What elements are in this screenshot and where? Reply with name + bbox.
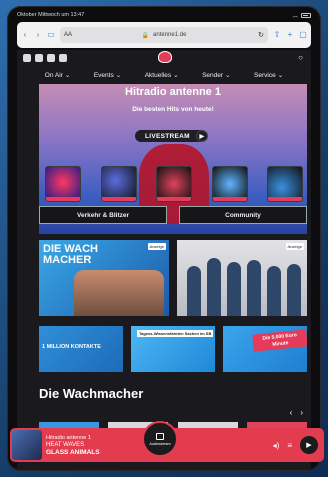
wachmacher-card[interactable]: DIE WACH MACHER Anzeige xyxy=(39,240,169,316)
song-title: HEAT WAVES xyxy=(46,441,85,448)
player-controls: ◂) ≡ ▶ xyxy=(273,436,318,454)
whatsapp-icon[interactable] xyxy=(23,54,31,62)
promo-cards: 1 MILLION KONTAKTE Tagess-Wissensfahrten… xyxy=(39,326,307,372)
community-button[interactable]: Community xyxy=(179,206,307,224)
audio-player: Hitradio antenne 1 HEAT WAVES GLASS ANIM… xyxy=(10,421,324,462)
search-icon[interactable]: ○ xyxy=(298,53,303,62)
channel-thumb[interactable] xyxy=(100,166,137,202)
nav-events[interactable]: Events ⌄ xyxy=(94,71,122,80)
hero-subtitle: Die besten Hits von heute! xyxy=(132,106,214,113)
channel-thumb[interactable] xyxy=(45,166,81,202)
main-navigation: On Air ⌄ Events ⌄ Aktuelles ⌄ Sender ⌄ Servi… xyxy=(17,68,311,82)
nav-service[interactable]: Service ⌄ xyxy=(254,71,284,80)
artist-name: GLASS ANIMALS xyxy=(46,448,100,456)
reload-icon[interactable]: ↻ xyxy=(258,31,264,39)
status-bar: Oktober Mittwoch um 13:47 ︵ xyxy=(17,10,311,20)
promo-card[interactable]: Die 5.000 Euro Minute xyxy=(223,326,307,372)
status-time: Oktober Mittwoch um 13:47 xyxy=(17,12,85,18)
nav-on-air[interactable]: On Air ⌄ xyxy=(45,71,71,80)
anzeige-badge: Anzeige xyxy=(147,243,166,250)
promo-card[interactable]: Tagess-Wissensfahrten Sachen im SB xyxy=(131,326,215,372)
nav-aktuelles[interactable]: Aktuelles ⌄ xyxy=(145,71,179,80)
station-name: Hitradio antenne 1 xyxy=(46,434,91,441)
tablet-frame: Oktober Mittwoch um 13:47 ︵ ‹ › ▭ AA 🔒 a… xyxy=(7,6,321,471)
nav-sender[interactable]: Sender ⌄ xyxy=(202,71,231,80)
reader-aa[interactable]: AA xyxy=(64,32,72,38)
browser-toolbar: ‹ › ▭ AA 🔒 antenne1.de ↻ ⇧ + ▢ xyxy=(17,22,311,48)
wifi-icon: ︵ xyxy=(292,13,298,19)
book-icon[interactable]: ▭ xyxy=(47,31,55,39)
lock-icon: 🔒 xyxy=(141,32,150,39)
back-icon[interactable]: ‹ xyxy=(21,31,29,39)
promo-text: Die 5.000 Euro Minute xyxy=(252,329,307,352)
livestream-button[interactable]: LIVESTREAM ▶ xyxy=(135,130,208,142)
forward-icon[interactable]: › xyxy=(34,31,42,39)
channel-thumb[interactable] xyxy=(156,166,192,202)
chevron-down-icon: ⌄ xyxy=(64,72,71,79)
channel-thumbnails xyxy=(39,166,309,202)
social-icons xyxy=(23,54,67,62)
traffic-button[interactable]: Verkehr & Blitzer xyxy=(39,206,167,224)
instagram-icon[interactable] xyxy=(35,54,43,62)
facebook-icon[interactable] xyxy=(47,54,55,62)
hero-title: Hitradio antenne 1 xyxy=(125,86,221,98)
tabs-icon[interactable]: ▢ xyxy=(299,31,307,39)
volume-icon[interactable]: ◂) xyxy=(273,441,280,450)
url-text: antenne1.de xyxy=(153,32,187,38)
new-tab-icon[interactable]: + xyxy=(286,31,294,39)
antenne1-logo[interactable] xyxy=(158,51,172,63)
channel-thumb[interactable] xyxy=(267,166,303,202)
section-title: Die Wachmacher xyxy=(39,386,144,401)
battery-icon xyxy=(301,12,311,18)
chevron-down-icon: ⌄ xyxy=(173,72,179,79)
chevron-right-icon[interactable]: › xyxy=(300,408,303,417)
play-icon: ▶ xyxy=(195,130,208,142)
share-icon[interactable]: ⇧ xyxy=(273,31,281,39)
promo-text: Tagess-Wissensfahrten Sachen im SB xyxy=(137,330,214,337)
chevron-down-icon: ⌄ xyxy=(115,72,122,79)
playlist-icon[interactable]: ≡ xyxy=(287,441,292,450)
promo-text: 1 MILLION KONTAKTE xyxy=(42,344,101,350)
card-image xyxy=(74,270,164,316)
stream-icon xyxy=(156,432,164,440)
carousel-arrows: ‹ › xyxy=(290,408,303,417)
quick-buttons: Verkehr & Blitzer Community xyxy=(39,206,307,224)
chevron-left-icon[interactable]: ‹ xyxy=(290,408,293,417)
team-card[interactable]: Anzeige xyxy=(177,240,307,316)
channel-thumb[interactable] xyxy=(211,166,248,202)
address-bar[interactable]: AA 🔒 antenne1.de ↻ xyxy=(60,27,268,43)
track-info: Hitradio antenne 1 HEAT WAVES GLASS ANIM… xyxy=(46,435,156,456)
website: ○ On Air ⌄ Events ⌄ Aktuelles ⌄ Sender ⌄ Ser… xyxy=(17,50,311,470)
promo-card[interactable]: 1 MILLION KONTAKTE xyxy=(39,326,123,372)
play-button[interactable]: ▶ xyxy=(300,436,318,454)
album-cover xyxy=(12,430,42,460)
status-icons: ︵ xyxy=(292,11,311,19)
chevron-down-icon: ⌄ xyxy=(225,72,231,79)
chevron-down-icon: ⌄ xyxy=(277,72,284,79)
audiostream-button[interactable]: Audiostream xyxy=(142,421,178,457)
anzeige-badge: Anzeige xyxy=(285,243,304,250)
tiktok-icon[interactable] xyxy=(59,54,67,62)
featured-cards: DIE WACH MACHER Anzeige Anzeige xyxy=(39,240,307,316)
card-title: DIE WACH MACHER xyxy=(43,243,98,266)
